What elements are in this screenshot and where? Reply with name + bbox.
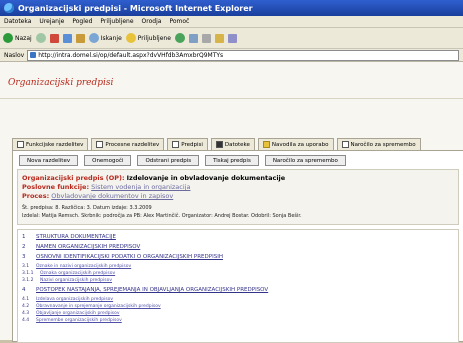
toc-number: 4.3 xyxy=(22,311,30,316)
tab-label: Funkcijske razdelitev xyxy=(26,141,84,148)
favorites-label: Priljubljene xyxy=(137,34,171,42)
toc-number: 3.1.2 xyxy=(22,278,34,283)
search-icon xyxy=(88,33,99,43)
menu-item-pogled[interactable]: Pogled xyxy=(72,18,92,25)
page-icon xyxy=(30,52,37,58)
toc-number: 3 xyxy=(22,254,26,260)
header-divider xyxy=(0,98,463,99)
favorites-button[interactable]: Priljubljene xyxy=(125,33,171,43)
document-meta-1: Št. predpisa: 8. Različica: 3. Datum izd… xyxy=(22,205,152,211)
home-icon[interactable] xyxy=(75,33,85,43)
tab-icon xyxy=(215,141,223,148)
bulb-icon xyxy=(262,141,270,148)
tab-icon xyxy=(341,141,349,148)
tab-label: Predpisi xyxy=(181,141,203,148)
star-icon xyxy=(125,33,136,43)
function-link[interactable]: Sistem vodenja in organizacija xyxy=(91,183,190,191)
folder-icon[interactable] xyxy=(214,33,224,43)
tab-navodila[interactable]: Navodila za uporabo xyxy=(257,138,334,150)
back-arrow-icon xyxy=(3,33,13,43)
disable-button[interactable]: Onemogoči xyxy=(84,155,132,166)
process-line: Proces: Obvladovanje dokumentov in zapis… xyxy=(22,192,173,200)
document-info: Organizacijski predpis (OP): Izdelovanje… xyxy=(17,169,459,225)
main-panel: Nova razdelitev Onemogoči Odstrani predp… xyxy=(12,150,463,343)
address-label: Naslov xyxy=(4,51,25,59)
tab-label: Procesne razdelitev xyxy=(105,141,160,148)
toolbar: Nazaj Iskanje Priljubljene xyxy=(0,28,463,49)
menu-item-orodja[interactable]: Orodja xyxy=(142,18,162,25)
tab-icon xyxy=(172,141,180,148)
toc-number: 2 xyxy=(22,244,26,250)
browser-window: Organizacijski predpisi - Microsoft Inte… xyxy=(0,0,463,343)
op-label: Organizacijski predpis (OP): xyxy=(22,174,125,182)
tab-procesne[interactable]: Procesne razdelitev xyxy=(91,138,165,150)
toc-subitem[interactable]: Obravnavanje in sprejemanje organizacijs… xyxy=(36,304,161,309)
menu-item-urejanje[interactable]: Urejanje xyxy=(39,18,64,25)
tab-icon xyxy=(17,141,24,148)
op-value: Izdelovanje in obvladovanje dokumentacij… xyxy=(126,174,286,182)
app-title: Organizacijski predpisi xyxy=(8,78,114,88)
toc-subitem[interactable]: Oznake in nazivi organizacijskih predpis… xyxy=(36,264,131,269)
messenger-icon[interactable] xyxy=(227,33,237,43)
tab-strip: Funkcijske razdelitev Procesne razdelite… xyxy=(12,138,421,150)
search-button[interactable]: Iskanje xyxy=(88,33,122,43)
toc-subitem[interactable]: Spremembe organizacijskih predpisov xyxy=(36,318,122,323)
process-link[interactable]: Obvladovanje dokumentov in zapisov xyxy=(51,192,173,200)
new-version-button[interactable]: Nova razdelitev xyxy=(19,155,79,166)
toc-subitem[interactable]: Oznaka organizacijskih predpisov xyxy=(40,271,115,276)
refresh-icon[interactable] xyxy=(62,33,72,43)
tab-narocilo[interactable]: Naročilo za spremembo xyxy=(336,138,421,150)
tab-label: Navodila za uporabo xyxy=(271,141,329,148)
print-button[interactable]: Tiskaj predpis xyxy=(205,155,259,166)
toc-item[interactable]: POSTOPEK NASTAJANJA, SPREJEMANJA IN OBJA… xyxy=(36,287,268,293)
toc-item[interactable]: OSNOVNI IDENTIFIKACIJSKI PODATKI O ORGAN… xyxy=(36,254,223,260)
function-label: Poslovne funkcije: xyxy=(22,183,90,191)
address-url: http://intra.domel.si/op/default.aspx?dv… xyxy=(38,51,224,59)
search-label: Iskanje xyxy=(100,34,122,42)
menu-item-priljubljene[interactable]: Priljubljene xyxy=(100,18,133,25)
toc-number: 1 xyxy=(22,234,26,240)
toc-item[interactable]: STRUKTURA DOKUMENTACIJE xyxy=(36,234,116,240)
toc-number: 4.1 xyxy=(22,297,30,302)
address-bar: Naslov http://intra.domel.si/op/default.… xyxy=(0,49,463,62)
forward-arrow-icon[interactable] xyxy=(35,33,46,43)
address-input[interactable]: http://intra.domel.si/op/default.aspx?dv… xyxy=(27,49,459,61)
back-label: Nazaj xyxy=(15,34,32,42)
toc-subitem[interactable]: Izdelava organizacijskih predpisov xyxy=(36,297,113,302)
page-content: Organizacijski predpisi Funkcijske razde… xyxy=(0,62,463,343)
stop-icon[interactable] xyxy=(49,33,59,43)
ie-logo-icon xyxy=(4,3,14,13)
mail-icon[interactable] xyxy=(188,33,198,43)
window-title: Organizacijski predpisi - Microsoft Inte… xyxy=(18,3,253,13)
tab-icon xyxy=(96,141,104,148)
function-line: Poslovne funkcije: Sistem vodenja in org… xyxy=(22,183,190,191)
toc-number: 3.1 xyxy=(22,264,30,269)
document-meta-2: Izdelal: Matija Remsch. Skrbnik: področj… xyxy=(22,213,302,219)
title-bar: Organizacijski predpisi - Microsoft Inte… xyxy=(0,0,463,16)
menu-bar: Datoteka Urejanje Pogled Priljubljene Or… xyxy=(0,16,463,28)
tab-label: Datoteke xyxy=(224,141,250,148)
tab-funkcijske[interactable]: Funkcijske razdelitev xyxy=(12,138,89,150)
action-buttons: Nova razdelitev Onemogoči Odstrani predp… xyxy=(19,155,346,166)
toc-subitem[interactable]: Nazivi organizacijskih predpisov xyxy=(40,278,112,283)
op-line: Organizacijski predpis (OP): Izdelovanje… xyxy=(22,174,285,182)
print-icon[interactable] xyxy=(201,33,211,43)
toc-item[interactable]: NAMEN ORGANIZACIJSKIH PREDPISOV xyxy=(36,244,140,250)
toc-subitem[interactable]: Objavljanje organizacijskih predpisov xyxy=(36,311,120,316)
process-label: Proces: xyxy=(22,192,50,200)
table-of-contents: 1 STRUKTURA DOKUMENTACIJE 2 NAMEN ORGANI… xyxy=(17,229,459,343)
toc-number: 4.4 xyxy=(22,318,30,323)
toc-number: 4.2 xyxy=(22,304,30,309)
change-request-button[interactable]: Naročilo za spremembo xyxy=(264,155,346,166)
menu-item-datoteka[interactable]: Datoteka xyxy=(4,18,31,25)
back-button[interactable]: Nazaj xyxy=(3,33,32,43)
remove-button[interactable]: Odstrani predpis xyxy=(137,155,200,166)
toc-number: 4 xyxy=(22,287,26,293)
tab-label: Naročilo za spremembo xyxy=(350,141,416,148)
history-icon[interactable] xyxy=(174,33,185,43)
menu-item-pomoc[interactable]: Pomoč xyxy=(169,18,189,25)
tab-datoteke[interactable]: Datoteke xyxy=(210,138,255,150)
toc-number: 3.1.1 xyxy=(22,271,34,276)
tab-predpisi[interactable]: Predpisi xyxy=(167,138,208,150)
